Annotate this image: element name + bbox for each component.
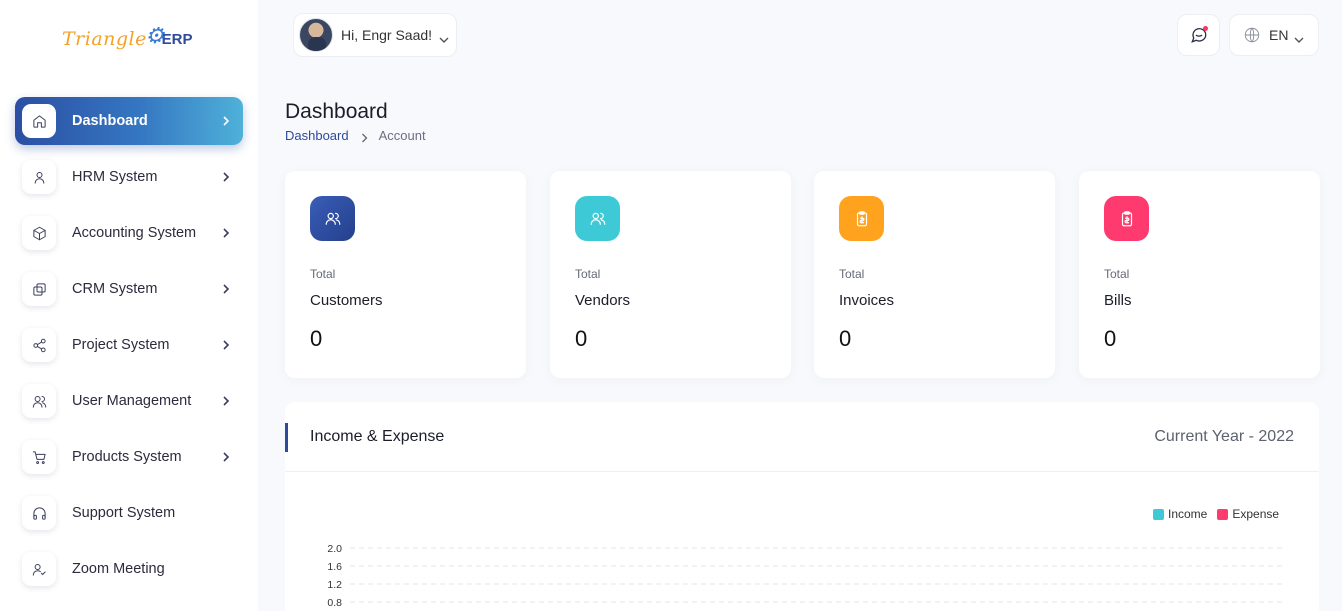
sidebar-item-project-system[interactable]: Project System: [15, 321, 243, 369]
panel-title: Income & Expense: [310, 428, 445, 445]
sidebar-item-label: User Management: [72, 393, 192, 409]
home-icon: [22, 104, 56, 138]
chevron-right-icon: [221, 226, 231, 240]
sidebar-item-label: Accounting System: [72, 225, 197, 241]
stat-card-customers: Total Customers 0: [285, 171, 526, 378]
breadcrumb-link-dashboard[interactable]: Dashboard: [285, 128, 349, 143]
card-title: Bills: [1104, 292, 1132, 309]
sidebar-item-label: Dashboard: [72, 113, 148, 129]
cart-icon: [22, 440, 56, 474]
globe-icon: [1243, 26, 1261, 44]
sidebar-item-label: HRM System: [72, 169, 158, 185]
chevron-right-icon: [361, 131, 368, 142]
share-icon: [22, 328, 56, 362]
legend-label-income: Income: [1168, 507, 1208, 521]
user-menu-button[interactable]: Hi, Engr Saad!: [293, 13, 457, 57]
card-caption: Total: [839, 267, 865, 281]
chevron-right-icon: [221, 114, 231, 128]
card-value: 0: [310, 326, 323, 351]
legend-label-expense: Expense: [1232, 507, 1280, 521]
messages-button[interactable]: [1177, 14, 1220, 56]
layers-icon: [22, 272, 56, 306]
users-icon: [575, 196, 620, 241]
sidebar-item-dashboard[interactable]: Dashboard: [15, 97, 243, 145]
chevron-right-icon: [221, 394, 231, 408]
sidebar-item-crm-system[interactable]: CRM System: [15, 265, 243, 313]
language-label: EN: [1269, 27, 1289, 43]
y-tick-label: 1.6: [327, 561, 342, 573]
chevron-right-icon: [221, 450, 231, 464]
box-icon: [22, 216, 56, 250]
stat-card-vendors: Total Vendors 0: [550, 171, 791, 378]
sidebar-nav: Dashboard HRM System Accounting System C…: [15, 97, 243, 601]
breadcrumb-current: Account: [378, 128, 426, 143]
sidebar-item-user-management[interactable]: User Management: [15, 377, 243, 425]
card-caption: Total: [575, 267, 601, 281]
chevron-right-icon: [221, 338, 231, 352]
chart-legend: Income Expense: [1153, 507, 1289, 521]
card-title: Customers: [310, 292, 383, 309]
sidebar-item-zoom-meeting[interactable]: Zoom Meeting: [15, 545, 243, 593]
y-tick-label: 2.0: [327, 543, 342, 555]
card-value: 0: [575, 326, 588, 351]
chevron-right-icon: [221, 282, 231, 296]
users-icon: [22, 384, 56, 418]
panel-divider: [285, 471, 1319, 472]
clipboard-icon: [839, 196, 884, 241]
sidebar: Triangle ⚙ ERP Dashboard HRM System Acco…: [0, 0, 258, 611]
panel-year-label: Current Year - 2022: [1154, 428, 1294, 445]
language-selector[interactable]: EN: [1229, 14, 1319, 56]
income-expense-panel: Income & Expense Current Year - 2022 Inc…: [285, 402, 1319, 611]
user-greeting: Hi, Engr Saad!: [341, 27, 433, 43]
brand-suffix: ERP: [161, 30, 193, 48]
card-caption: Total: [310, 267, 336, 281]
sidebar-item-support-system[interactable]: Support System: [15, 489, 243, 537]
stat-card-invoices: Total Invoices 0: [814, 171, 1055, 378]
avatar: [299, 18, 333, 52]
notification-dot: [1203, 26, 1208, 31]
clipboard-icon: [1104, 196, 1149, 241]
stat-card-bills: Total Bills 0: [1079, 171, 1320, 378]
sidebar-item-label: CRM System: [72, 281, 158, 297]
page-title: Dashboard: [285, 100, 388, 123]
card-caption: Total: [1104, 267, 1130, 281]
sidebar-item-label: Support System: [72, 505, 176, 521]
brand-name: Triangle: [62, 28, 147, 50]
legend-swatch-income: [1153, 508, 1164, 520]
chevron-down-icon: [1294, 31, 1304, 43]
user-icon: [22, 160, 56, 194]
legend-swatch-expense: [1217, 508, 1229, 520]
sidebar-item-hrm-system[interactable]: HRM System: [15, 153, 243, 201]
y-tick-label: 1.2: [327, 579, 342, 591]
sidebar-item-label: Project System: [72, 337, 170, 353]
card-value: 0: [839, 326, 852, 351]
sidebar-item-label: Products System: [72, 449, 182, 465]
sidebar-item-products-system[interactable]: Products System: [15, 433, 243, 481]
gear-logo-icon: ⚙: [144, 23, 165, 49]
panel-accent-bar: [285, 423, 288, 452]
card-title: Invoices: [839, 292, 895, 309]
users-icon: [310, 196, 355, 241]
legend-item-income[interactable]: Income: [1153, 507, 1207, 521]
chevron-right-icon: [221, 170, 231, 184]
income-expense-chart: 2.0 1.6 1.2 0.8: [327, 543, 1285, 609]
card-title: Vendors: [575, 292, 631, 309]
user-check-icon: [22, 552, 56, 586]
brand-logo[interactable]: Triangle ⚙ ERP: [62, 22, 192, 56]
y-tick-label: 0.8: [327, 597, 342, 609]
chevron-down-icon: [439, 31, 449, 43]
headphones-icon: [22, 496, 56, 530]
card-value: 0: [1104, 326, 1117, 351]
legend-item-expense[interactable]: Expense: [1217, 507, 1279, 521]
sidebar-item-label: Zoom Meeting: [72, 561, 165, 577]
breadcrumb: Dashboard Account: [285, 128, 426, 143]
sidebar-item-accounting-system[interactable]: Accounting System: [15, 209, 243, 257]
